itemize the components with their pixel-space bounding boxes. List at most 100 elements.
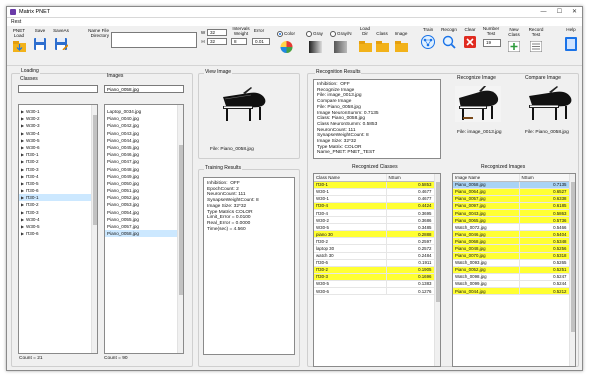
name-file-directory-input[interactable]	[111, 32, 197, 48]
table-row[interactable]: Watch_0099.jpg 0.5244	[453, 280, 570, 289]
images-list[interactable]: Laptop_0034.jpg Piano_0040.jpg Piano_0042.…	[104, 104, 184, 354]
minimize-button[interactable]: —	[536, 7, 551, 18]
recogn-button[interactable]: Recogn	[439, 27, 459, 57]
class-list-item[interactable]: ▶ W30-4	[19, 130, 91, 137]
table-row[interactable]: W30-1 0.4677	[314, 195, 435, 203]
table-row[interactable]: W30-2 0.3686	[314, 216, 435, 225]
image-list-item[interactable]: Piano_0042.jpg	[105, 122, 177, 129]
classes-scroll-thumb[interactable]	[93, 115, 97, 225]
record-test-button[interactable]: Record Test	[526, 27, 546, 57]
recognized-images-scroll-thumb[interactable]	[571, 182, 575, 332]
image-list-item[interactable]: Piano_0046.jpg	[105, 151, 177, 158]
recognized-images-table[interactable]: Image Name NSum Piano_0058.jpg 0.7135 Pian…	[452, 173, 576, 367]
image-list-item[interactable]: Piano_0044.jpg	[105, 137, 177, 144]
image-list-item[interactable]: Piano_0043.jpg	[105, 130, 177, 137]
images-scroll-thumb[interactable]	[179, 145, 183, 295]
image-list-item[interactable]: Piano_0047.jpg	[105, 158, 177, 165]
class-list-item[interactable]: ▶ П30-6	[19, 187, 91, 194]
recognized-classes-scroll-thumb[interactable]	[436, 182, 440, 302]
clear-button[interactable]: Clear	[462, 27, 478, 57]
image-list-item[interactable]: Piano_0049.jpg	[105, 173, 177, 180]
color-radio[interactable]	[277, 31, 283, 37]
h-input[interactable]: 32	[207, 38, 227, 45]
class-list-item[interactable]: ▶ П30-2	[19, 158, 91, 165]
class-name-column-header[interactable]: Class Name	[314, 174, 387, 182]
class-list-item[interactable]: ▶ П30-1	[19, 151, 91, 158]
table-row[interactable]: W30-5 0.1383	[314, 280, 435, 289]
table-row[interactable]: W30-5 0.3485	[314, 223, 435, 232]
images-scrollbar[interactable]	[177, 105, 183, 353]
image-list-item[interactable]: Piano_0040.jpg	[105, 115, 177, 122]
image-list-item[interactable]: Piano_0057.jpg	[105, 223, 177, 230]
image-folder-icon[interactable]	[395, 41, 408, 52]
table-row[interactable]: W30-6 0.1276	[314, 287, 435, 296]
table-row[interactable]: П30-4 0.3695	[314, 209, 435, 218]
table-row[interactable]: П30-4 0.4424	[314, 202, 435, 210]
help-button[interactable]: Help	[563, 27, 579, 57]
load-dir-folder-icon[interactable]	[359, 41, 372, 52]
menu-item-rest[interactable]: Rest	[11, 19, 21, 25]
maximize-button[interactable]: ☐	[552, 7, 567, 18]
classes-list[interactable]: ▶ W30-1 ▶ W30-2 ▶ W30-3 ▶ W30-4 ▶ W30-5 ▶ W30-6 ▶ П30…	[18, 104, 98, 354]
class-list-item[interactable]: ▶ П30-1	[19, 194, 91, 202]
table-row[interactable]: П30-2 0.1905	[314, 266, 435, 274]
class-list-item[interactable]: ▶ W30-5	[19, 223, 91, 230]
gray-radio[interactable]	[306, 31, 312, 37]
table-row[interactable]: Piano_0097.jpg 0.6185	[453, 202, 570, 210]
load-pnet-button[interactable]: PNET Load	[9, 28, 29, 62]
table-row[interactable]: Piano_0065.jpg 0.5736	[453, 216, 570, 225]
class-list-item[interactable]: ▶ П30-5	[19, 180, 91, 187]
table-row[interactable]: Piano_0057.jpg 0.6338	[453, 195, 570, 203]
class-folder-icon[interactable]	[376, 41, 389, 52]
table-row[interactable]: Piano_0068.jpg 0.5348	[453, 237, 570, 246]
table-row[interactable]: П30-3 0.1696	[314, 273, 435, 281]
recognized-classes-table[interactable]: Class Name NSum П30-1 0.5853 W30-1 0.4677 W3…	[313, 173, 441, 367]
class-list-item[interactable]: ▶ П30-3	[19, 209, 91, 216]
table-row[interactable]: Piano_0043.jpg 0.5863	[453, 209, 570, 218]
class-list-item[interactable]: ▶ W30-6	[19, 144, 91, 151]
table-row[interactable]: watch 30 0.2484	[314, 252, 435, 260]
number-test-input[interactable]: 19	[483, 39, 501, 47]
class-list-item[interactable]: ▶ W30-4	[19, 216, 91, 223]
table-row[interactable]: piano 30 0.2888	[314, 230, 435, 239]
table-row[interactable]: Piano_0044.jpg 0.5212	[453, 287, 570, 296]
train-button[interactable]: Train	[419, 27, 437, 57]
table-row[interactable]: П30-1 0.5853	[314, 181, 435, 189]
table-row[interactable]: П30-6 0.1911	[314, 259, 435, 267]
error-input[interactable]: 0.01	[252, 38, 270, 45]
class-list-item[interactable]: ▶ П30-4	[19, 173, 91, 180]
image-list-item[interactable]: Piano_0045.jpg	[105, 144, 177, 151]
image-list-item[interactable]: Piano_0054.jpg	[105, 209, 177, 216]
image-list-item[interactable]: Piano_0050.jpg	[105, 180, 177, 187]
class-list-item[interactable]: ▶ W30-5	[19, 137, 91, 144]
image-list-item[interactable]: Piano_0051.jpg	[105, 187, 177, 194]
table-row[interactable]: Piano_0052.jpg 0.5251	[453, 266, 570, 274]
table-row[interactable]: Piano_0058.jpg 0.7135	[453, 181, 570, 189]
recognized-images-scrollbar[interactable]	[569, 174, 575, 366]
save-as-button[interactable]: SaveAs	[51, 28, 71, 56]
class-list-item[interactable]: ▶ П30-2	[19, 201, 91, 208]
table-row[interactable]: Watch_0072.jpg 0.5466	[453, 223, 570, 232]
close-button[interactable]: ✕	[567, 7, 582, 18]
table-row[interactable]: Piano_0048.jpg 0.5256	[453, 244, 570, 253]
table-row[interactable]: П30-2 0.2597	[314, 237, 435, 246]
table-row[interactable]: Watch_0093.jpg 0.5265	[453, 259, 570, 267]
save-button[interactable]: Save	[32, 28, 48, 56]
recognized-classes-scrollbar[interactable]	[434, 174, 440, 366]
table-row[interactable]: W30-1 0.4677	[314, 188, 435, 196]
class-list-item[interactable]: ▶ П30-6	[19, 230, 91, 237]
image-nsum-column-header[interactable]: NSum	[519, 174, 570, 182]
table-row[interactable]: Piano_0064.jpg 0.6527	[453, 188, 570, 196]
classes-filter-input[interactable]	[18, 85, 98, 93]
image-list-item[interactable]: Piano_0055.jpg	[105, 216, 177, 223]
table-row[interactable]: Piano_0070.jpg 0.5318	[453, 252, 570, 260]
class-list-item[interactable]: ▶ W30-3	[19, 122, 91, 129]
class-nsum-column-header[interactable]: NSum	[386, 174, 435, 182]
image-list-item[interactable]: Laptop_0034.jpg	[105, 108, 177, 115]
class-list-item[interactable]: ▶ W30-1	[19, 108, 91, 115]
image-list-item[interactable]: Piano_0053.jpg	[105, 201, 177, 208]
images-filter-input[interactable]	[104, 85, 184, 93]
classes-scrollbar[interactable]	[91, 105, 97, 353]
class-list-item[interactable]: ▶ П30-3	[19, 166, 91, 173]
new-class-button[interactable]: New Class	[505, 27, 523, 57]
